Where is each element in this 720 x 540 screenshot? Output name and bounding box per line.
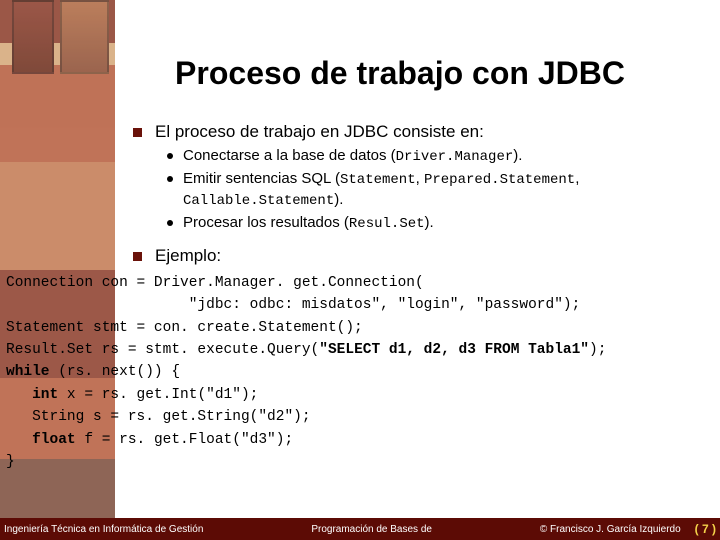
inline-code: Resul.Set [349, 216, 425, 232]
code-line: Result.Set rs = stmt. execute.Query( [6, 342, 319, 358]
text: , [575, 170, 579, 187]
code-line: Statement stmt = con. create.Statement()… [6, 320, 363, 336]
code-keyword: float [6, 432, 76, 448]
text: ). [513, 147, 522, 164]
list-item: Procesar los resultados (Resul.Set). [183, 213, 700, 234]
code-example: Connection con = Driver.Manager. get.Con… [0, 272, 720, 474]
text: Procesar los resultados ( [183, 214, 349, 231]
slide-body: El proceso de trabajo en JDBC consiste e… [0, 122, 720, 266]
code-keyword: while [6, 364, 50, 380]
code-line: ); [589, 342, 606, 358]
text: Emitir sentencias SQL ( [183, 170, 340, 187]
inline-code: Driver.Manager [396, 149, 514, 165]
bullet-level1: Ejemplo: [155, 246, 700, 266]
footer-center: Programación de Bases de [311, 524, 432, 535]
code-line: String s = rs. get.String("d2"); [6, 409, 311, 425]
code-line: } [6, 454, 15, 470]
bullet-level1: El proceso de trabajo en JDBC consiste e… [155, 122, 700, 142]
slide-content: Proceso de trabajo con JDBC El proceso d… [0, 0, 720, 540]
footer-right: © Francisco J. García Izquierdo [540, 524, 681, 535]
page-number: ( 7 ) [695, 522, 716, 536]
code-line: Connection con = Driver.Manager. get.Con… [6, 275, 424, 291]
text: ). [334, 191, 343, 208]
list-item: Conectarse a la base de datos (Driver.Ma… [183, 146, 700, 167]
code-line: "jdbc: odbc: misdatos", "login", "passwo… [6, 297, 580, 313]
inline-code: Callable.Statement [183, 193, 334, 209]
slide-footer: Ingeniería Técnica en Informática de Ges… [0, 518, 720, 540]
code-line: x = rs. get.Int("d1"); [58, 387, 258, 403]
text: , [416, 170, 424, 187]
footer-left: Ingeniería Técnica en Informática de Ges… [4, 524, 203, 535]
inline-code: Statement [340, 172, 416, 188]
code-keyword: int [6, 387, 58, 403]
code-string: "SELECT d1, d2, d3 FROM Tabla1" [319, 342, 589, 358]
text: ). [425, 214, 434, 231]
list-item: Emitir sentencias SQL (Statement, Prepar… [183, 169, 700, 211]
sub-list: Conectarse a la base de datos (Driver.Ma… [155, 146, 700, 234]
slide-title: Proceso de trabajo con JDBC [80, 55, 720, 92]
text: Conectarse a la base de datos ( [183, 147, 396, 164]
inline-code: Prepared.Statement [424, 172, 575, 188]
code-line: (rs. next()) { [50, 364, 181, 380]
code-line: f = rs. get.Float("d3"); [76, 432, 294, 448]
